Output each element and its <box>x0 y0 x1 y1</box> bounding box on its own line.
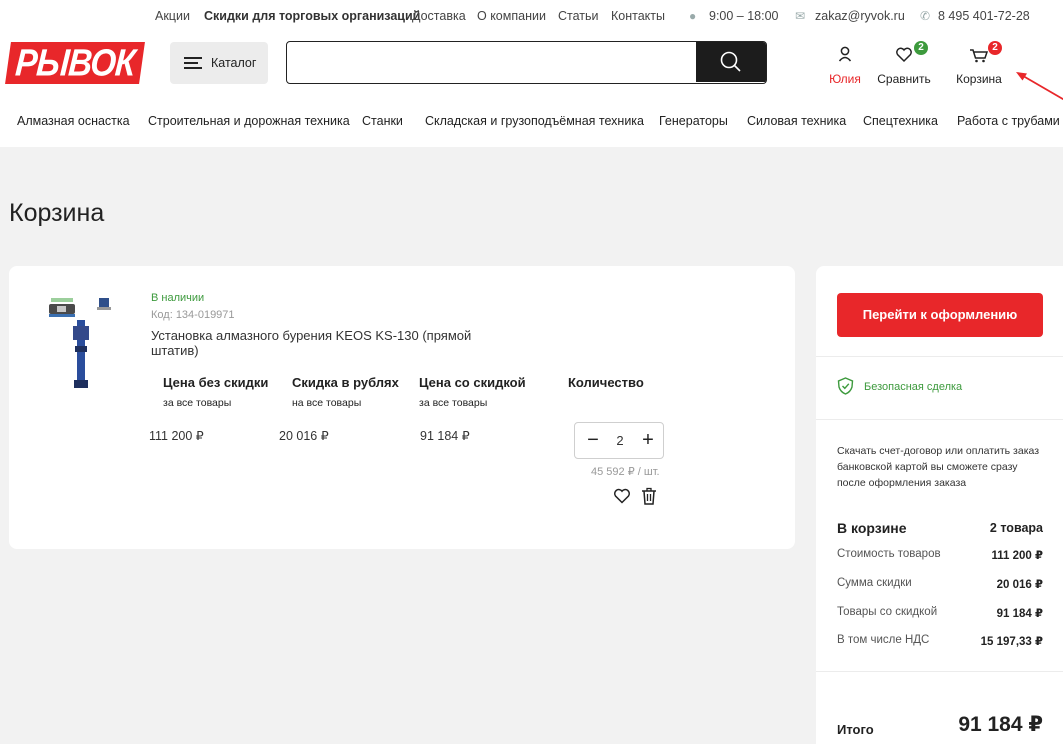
shield-check-icon <box>837 377 854 395</box>
nav-item-power[interactable]: Силовая техника <box>747 114 846 128</box>
total-label: Итого <box>837 722 874 737</box>
topbar-link-delivery[interactable]: Доставка <box>412 9 466 23</box>
topbar-link-articles[interactable]: Статьи <box>558 9 599 23</box>
discount-value: 20 016 ₽ <box>279 429 329 443</box>
stock-status: В наличии <box>151 292 205 304</box>
user-account[interactable]: Юлия <box>823 46 867 90</box>
summary-row-label: Товары со скидкой <box>837 606 938 618</box>
checkout-button[interactable]: Перейти к оформлению <box>837 293 1043 337</box>
phone-icon: ✆ <box>920 9 931 23</box>
user-name: Юлия <box>829 72 861 86</box>
quantity-decrease-button[interactable]: − <box>583 430 603 450</box>
product-code: Код: 134-019971 <box>151 309 235 321</box>
unit-price: 45 592 ₽ / шт. <box>591 466 660 478</box>
search-icon <box>720 51 741 72</box>
user-icon <box>823 46 867 64</box>
search-bar <box>286 41 767 84</box>
quantity-stepper: − 2 + <box>574 422 664 459</box>
col-sub-price: за все товары <box>163 397 232 409</box>
nav-item-special[interactable]: Спецтехника <box>863 114 938 128</box>
site-logo[interactable]: РЫВОК <box>5 41 145 84</box>
safe-deal-link[interactable]: Безопасная сделка <box>864 381 962 393</box>
catalog-button[interactable]: Каталог <box>170 42 268 84</box>
site-header: Акции Скидки для торговых организаций До… <box>0 0 1063 147</box>
search-input[interactable] <box>287 42 697 82</box>
col-header-discounted-price: Цена со скидкой <box>419 375 526 390</box>
delete-trash-icon[interactable] <box>641 487 657 505</box>
email-link[interactable]: zakaz@ryvok.ru <box>815 9 905 23</box>
col-header-price: Цена без скидки <box>163 375 269 390</box>
col-sub-discount: на все товары <box>292 397 362 409</box>
col-header-discount: Скидка в рублях <box>292 375 399 390</box>
col-sub-discounted-price: за все товары <box>419 397 488 409</box>
burger-menu-icon <box>184 57 202 69</box>
cart-label: Корзина <box>956 72 1002 86</box>
clock-icon: ● <box>689 9 697 23</box>
col-header-quantity: Количество <box>568 375 644 390</box>
nav-item-diamond[interactable]: Алмазная оснастка <box>17 114 130 128</box>
summary-row-label: В том числе НДС <box>837 634 930 646</box>
annotation-arrow <box>1016 72 1063 101</box>
summary-row-value: 111 200 ₽ <box>991 550 1044 562</box>
work-hours: 9:00 – 18:00 <box>709 9 779 23</box>
nav-item-construction[interactable]: Строительная и дорожная техника <box>148 114 350 128</box>
total-value: 91 184 ₽ <box>958 713 1043 736</box>
summary-row-value: 91 184 ₽ <box>996 608 1043 620</box>
cart-link[interactable]: 2 Корзина <box>950 41 1008 90</box>
compare-count-badge: 2 <box>914 41 928 55</box>
divider <box>816 356 1063 357</box>
mail-icon: ✉ <box>795 9 806 23</box>
cart-count-badge: 2 <box>988 41 1002 55</box>
search-button[interactable] <box>696 42 766 82</box>
topbar-link-contacts[interactable]: Контакты <box>611 9 665 23</box>
summary-row-value: 20 016 ₽ <box>996 579 1043 591</box>
quantity-increase-button[interactable]: + <box>638 430 658 450</box>
compare-link[interactable]: 2 Сравнить <box>872 41 936 90</box>
category-nav: Алмазная оснастка Строительная и дорожна… <box>0 114 1063 130</box>
topbar-link-promos[interactable]: Акции <box>155 9 190 23</box>
order-summary: Перейти к оформлению Безопасная сделка С… <box>816 266 1063 744</box>
page-title: Корзина <box>9 199 105 227</box>
payment-note: Скачать счет-договор или оплатить заказ … <box>837 445 1040 489</box>
divider <box>816 419 1063 420</box>
topbar-link-discounts[interactable]: Скидки для торговых организаций <box>204 9 420 23</box>
price-value: 111 200 ₽ <box>149 429 204 443</box>
catalog-label: Каталог <box>211 56 257 70</box>
summary-row-label: Стоимость товаров <box>837 548 941 560</box>
top-bar: Акции Скидки для торговых организаций До… <box>0 9 1063 25</box>
product-name[interactable]: Установка алмазного бурения KEOS KS-130 … <box>151 328 491 358</box>
nav-item-machines[interactable]: Станки <box>362 114 403 128</box>
in-cart-label: В корзине <box>837 520 907 536</box>
topbar-link-about[interactable]: О компании <box>477 9 546 23</box>
divider <box>816 671 1063 672</box>
product-image[interactable] <box>47 296 117 396</box>
favorite-heart-icon[interactable] <box>613 487 631 505</box>
summary-row-value: 15 197,33 ₽ <box>980 636 1043 648</box>
quantity-value[interactable]: 2 <box>613 433 627 448</box>
summary-row-label: Сумма скидки <box>837 577 912 589</box>
in-cart-count: 2 товара <box>989 521 1043 535</box>
cart-item-card: В наличии Код: 134-019971 Установка алма… <box>9 266 795 549</box>
discounted-price-value: 91 184 ₽ <box>420 429 470 443</box>
nav-item-warehouse[interactable]: Складская и грузоподъёмная техника <box>425 114 644 128</box>
compare-label: Сравнить <box>877 72 931 86</box>
phone-link[interactable]: 8 495 401-72-28 <box>938 9 1030 23</box>
nav-item-generators[interactable]: Генераторы <box>659 114 728 128</box>
